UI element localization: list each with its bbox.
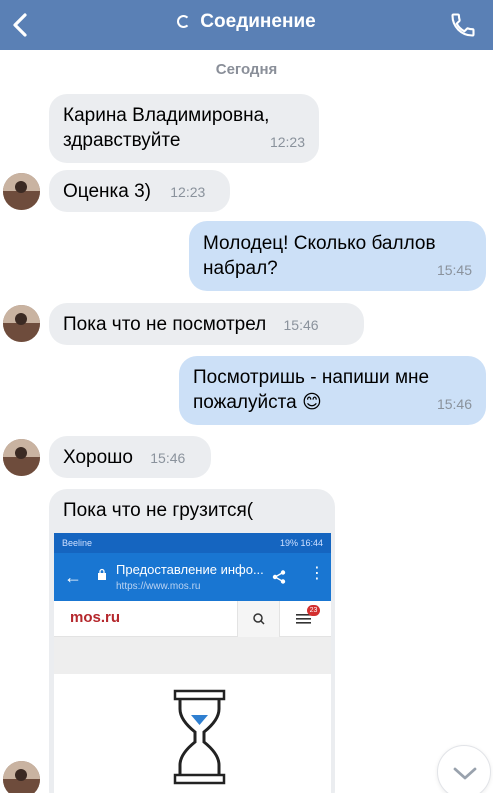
search-icon (253, 613, 265, 625)
date-separator: Сегодня (215, 61, 278, 78)
message-incoming[interactable]: Оценка 3) 12:23 (49, 170, 230, 212)
share-icon (272, 570, 286, 584)
smiley-emoji-icon: 😊 (301, 392, 322, 413)
arrow-left-icon: ← (64, 567, 82, 587)
avatar[interactable] (3, 439, 40, 476)
message-text: здравствуйте (63, 130, 181, 151)
page-grey-band (54, 637, 331, 674)
chat-title: Соединение (0, 11, 493, 33)
call-button[interactable] (449, 11, 477, 39)
phone-status-bar: Beeline 19% 16:44 (54, 533, 331, 553)
hamburger-menu-icon (296, 614, 311, 624)
message-text: набрал? (203, 258, 278, 279)
message-incoming[interactable]: Пока что не посмотрел 15:46 (49, 303, 364, 345)
site-header: mos.ru 23 (54, 601, 331, 637)
avatar[interactable] (3, 761, 40, 793)
scroll-to-bottom-button[interactable] (437, 745, 491, 793)
browser-toolbar: ← Предоставление инфо... https://www.mos… (54, 553, 331, 601)
notification-badge: 23 (307, 605, 320, 616)
message-outgoing[interactable]: Посмотришь - напиши мне пожалуйста 😊 15:… (179, 356, 486, 425)
message-text: Молодец! Сколько баллов (203, 233, 436, 254)
chevron-down-icon (453, 767, 477, 780)
chat-title-text: Соединение (200, 11, 316, 32)
message-outgoing[interactable]: Молодец! Сколько баллов набрал? 15:45 (189, 221, 486, 291)
lock-icon (98, 568, 106, 580)
attached-screenshot[interactable]: Beeline 19% 16:44 ← Предоставление инфо.… (54, 533, 331, 793)
message-text: Карина Владимировна, (63, 105, 270, 126)
spinner-icon (177, 15, 191, 28)
browser-page-title: Предоставление инфо... (116, 562, 264, 577)
message-text: Пока что не грузится( (63, 500, 254, 521)
chat-header: Соединение (0, 0, 493, 50)
message-time: 15:46 (150, 450, 186, 466)
message-text: Посмотришь - напиши мне (193, 367, 430, 388)
search-box (237, 601, 280, 637)
site-logo: mos.ru (70, 609, 121, 626)
more-vertical-icon: ⋮ (309, 565, 325, 582)
message-incoming[interactable]: Карина Владимировна, здравствуйте 12:23 (49, 94, 319, 163)
hourglass-icon (173, 689, 226, 785)
message-time: 12:23 (269, 134, 305, 150)
battery-time-label: 19% 16:44 (279, 538, 323, 548)
message-text: пожалуйста (193, 392, 297, 413)
browser-url: https://www.mos.ru (116, 581, 201, 592)
message-time: 15:46 (283, 317, 319, 333)
message-time: 15:46 (436, 396, 472, 412)
message-text: Хорошо (63, 447, 133, 468)
carrier-label: Beeline (62, 538, 93, 548)
message-time: 15:45 (436, 262, 472, 278)
message-text: Оценка 3) (63, 181, 151, 202)
message-incoming[interactable]: Хорошо 15:46 (49, 436, 211, 478)
message-time: 12:23 (170, 184, 206, 200)
avatar[interactable] (3, 173, 40, 210)
avatar[interactable] (3, 305, 40, 342)
message-text: Пока что не посмотрел (63, 314, 267, 335)
phone-icon (451, 13, 475, 37)
